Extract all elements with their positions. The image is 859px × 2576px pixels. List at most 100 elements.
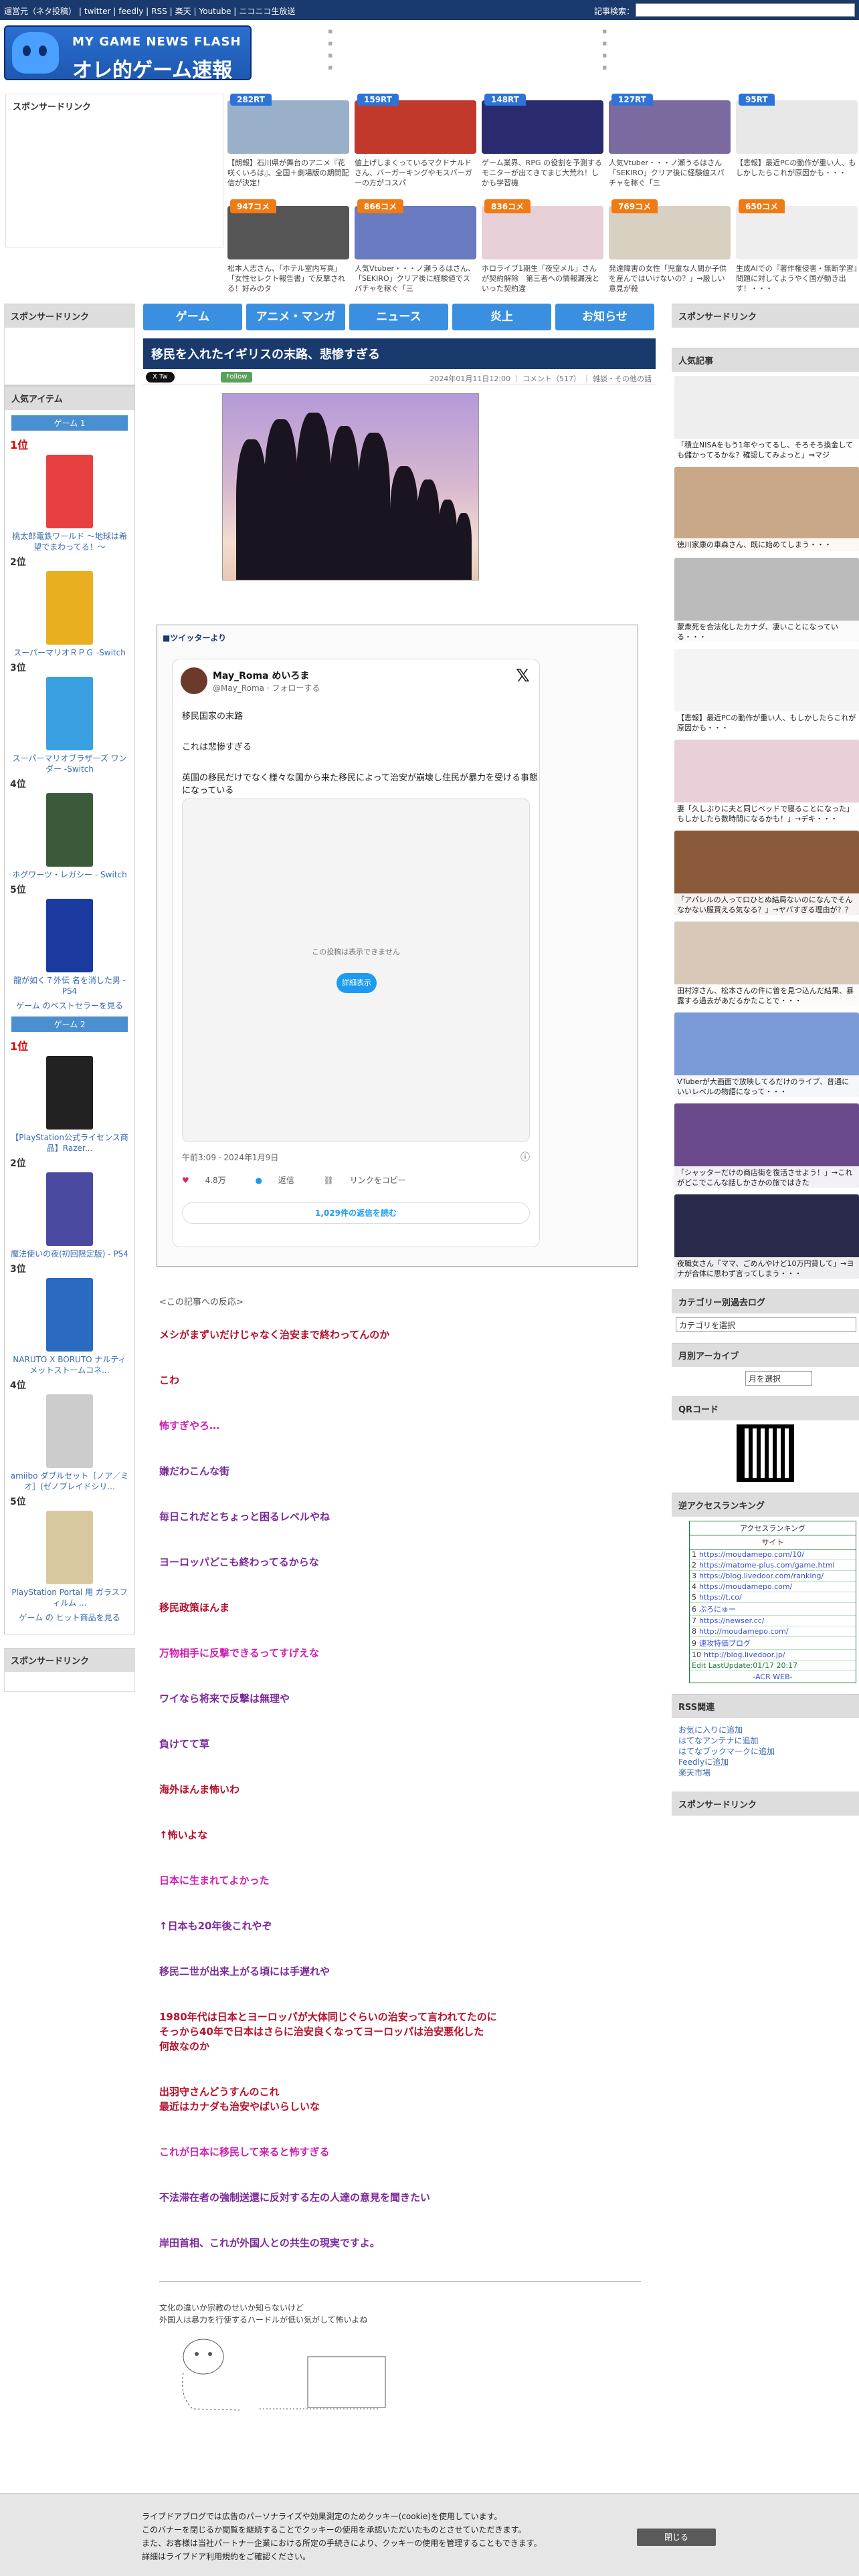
trending-item[interactable]: 127RT 人気Vtuber・・・ノ瀬うるはさん「SEKIRO」クリア後に経験値ス… [609,94,731,194]
header-link-list-2[interactable] [602,25,859,74]
access-url[interactable]: http://moudamepo.com/ [699,1627,789,1636]
access-row[interactable]: 8 http://moudamepo.com/ [690,1626,856,1637]
tweet-author[interactable]: May_Roma めいろま [213,669,309,682]
access-url[interactable]: https://moudamepo.com/ [699,1582,792,1591]
product-title[interactable]: スーパーマリオブラザーズ ワンダー -Switch [5,753,134,774]
media-view-button[interactable]: 詳細表示 [337,973,377,993]
popular-article-caption[interactable]: 田村淳さん、松本さんの件に曽を見つ込んだ結果、暴露する過去があだるかたことで・・… [674,984,859,1006]
access-url[interactable]: https://moudamepo.com/10/ [699,1550,804,1559]
trending-caption[interactable]: 値上げしまくっているマクドナルドさん、バーガーキングやモスバーガーの方がコスパ [355,158,476,190]
rss-link[interactable]: はてなアンテナに追加 [678,1735,852,1746]
product-image[interactable] [46,1056,93,1130]
top-link[interactable]: 運営元（ネタ投稿） | [4,7,82,16]
rss-link[interactable]: はてなブックマークに追加 [678,1746,852,1757]
trending-item[interactable]: 650コメ 生成AIでの『著作権侵害・無断学習』問題に対してようやく国が動き出す！… [736,199,858,300]
rss-link[interactable]: お気に入りに追加 [678,1725,852,1735]
trending-caption[interactable]: 【悲報】最近PCの動作が重い人、もしかしたらこれが原因かも・・・ [736,158,858,190]
trending-thumbnail[interactable] [355,100,476,154]
access-url[interactable]: https://matome-plus.com/game.html [699,1561,835,1570]
top-link[interactable]: twitter | [84,7,116,16]
access-row[interactable]: 6 ぷろにゅー [690,1603,856,1616]
popular-article-caption[interactable]: 「シャッターだけの商店街を復活させよう！」→これがどこでこんな話しかさかの旅では… [674,1166,859,1188]
trending-item[interactable]: 836コメ ホロライブ1期生「夜空メル」さんが契約解除 第三者への情報漏洩といった… [482,199,603,300]
trending-caption[interactable]: 【朗報】石川県が舞台のアニメ『花咲くいろは』、全国＋劇場版の期間配信が決定！ [227,158,349,190]
popular-article-caption[interactable]: 夜職女さん「ママ、ごめんやけど10万円貸して」→ヨナが合体に思わず言ってしまう・… [674,1257,859,1279]
trending-thumbnail[interactable] [736,206,858,259]
access-url[interactable]: http://blog.livedoor.jp/ [704,1650,785,1659]
access-row[interactable]: 1 https://moudamepo.com/10/ [690,1549,856,1560]
product-title[interactable]: PlayStation Portal 用 ガラスフィルム ... [5,1587,134,1608]
like-button[interactable]: ♥ 4.8万 [182,1176,240,1185]
rss-link[interactable]: Feedlyに追加 [678,1757,852,1767]
trending-thumbnail[interactable] [609,206,731,259]
product-title[interactable]: NARUTO X BORUTO ナルティメットストームコネ... [5,1354,134,1376]
trending-caption[interactable]: 松本人志さん、「ホテル室内写真」「女性セレクト報告書」で反撃される！好みのタ [227,263,349,296]
nav-tab[interactable]: ニュース [349,304,448,330]
access-row[interactable]: 9 速攻特価ブログ [690,1637,856,1650]
site-logo[interactable]: MY GAME NEWS FLASH オレ的ゲーム速報@JIN [4,25,252,80]
product-image[interactable] [46,677,93,750]
product-title[interactable]: amiibo ダブルセット［ノア／ミオ］(ゼノブレイドシリ... [5,1471,134,1492]
trending-item[interactable]: 282RT 【朗報】石川県が舞台のアニメ『花咲くいろは』、全国＋劇場版の期間配信が… [227,94,349,194]
popular-article[interactable]: 【悲報】最近PCの動作が重い人、もしかしたらこれが原因かも・・・ [674,649,859,733]
product-image[interactable] [46,899,93,972]
trending-caption[interactable]: 人気Vtuber・・・ノ瀬うるはさん「SEKIRO」クリア後に経験値スパチャを稼… [609,158,731,190]
product-image[interactable] [46,793,93,867]
popular-article-caption[interactable]: 蒙衆死を合法化したカナダ、凄いことになっている・・・ [674,621,859,642]
popular-article-caption[interactable]: VTuberが大画面で放映してるだけのライブ、普通にいいレベルの物語になって・・… [674,1075,859,1097]
trending-thumbnail[interactable] [355,206,476,259]
popular-article[interactable]: 妻「久しぶりに夫と同じベッドで寝ることになった」もしかしたら数時間になるかも！」… [674,740,859,824]
trending-thumbnail[interactable] [736,100,858,154]
popular-article-caption[interactable]: 「アパレルの人って口ひとぬ結局ないのになんでそんなかない服買える気なる？」→ヤバ… [674,893,859,915]
trending-item[interactable]: 148RT ゲーム業界、RPG の役割を予測するモニターが出てきてまじ大荒れ！しか… [482,94,603,194]
access-row[interactable]: 3 https://blog.livedoor.com/ranking/ [690,1571,856,1582]
trending-item[interactable]: 769コメ 発達障害の女性「児童な人間か子供を産んではいけないの？」→厳しい意見が… [609,199,731,300]
nav-tab[interactable]: 炎上 [452,304,551,330]
product-image[interactable] [46,455,93,528]
reply-button[interactable]: ● 返信 [256,1176,308,1185]
follow-button[interactable]: Follow [221,372,253,383]
tweet-handle[interactable]: @May_Roma · フォローする [213,682,320,693]
nav-tab[interactable]: ゲーム [143,304,242,330]
popular-article[interactable]: 「シャッターだけの商店街を復活させよう！」→これがどこでこんな話しかさかの旅では… [674,1103,859,1188]
trending-item[interactable]: 95RT 【悲報】最近PCの動作が重い人、もしかしたらこれが原因かも・・・ [736,94,858,194]
popular-article[interactable]: 田村淳さん、松本さんの件に曽を見つ込んだ結果、暴露する過去があだるかたことで・・… [674,922,859,1006]
top-link[interactable]: Youtube | [199,7,237,16]
info-icon[interactable]: ⓘ [520,1150,530,1164]
trending-caption[interactable]: ゲーム業界、RPG の役割を予測するモニターが出てきてまじ大荒れ！しかも学習機 [482,158,603,190]
search-input[interactable] [636,3,855,17]
nav-tab[interactable]: お知らせ [555,304,654,330]
trending-caption[interactable]: ホロライブ1期生「夜空メル」さんが契約解除 第三者への情報漏洩といった契約違 [482,263,603,296]
top-link[interactable]: 楽天 | [175,7,197,16]
popular-article[interactable]: 「アパレルの人って口ひとぬ結局ないのになんでそんなかない服買える気なる？」→ヤバ… [674,831,859,915]
top-link[interactable]: RSS | [151,7,172,16]
access-url[interactable]: https://t.co/ [699,1593,742,1602]
access-url[interactable]: https://newser.cc/ [699,1616,764,1625]
product-image[interactable] [46,571,93,645]
popular-article[interactable]: VTuberが大画面で放映してるだけのライブ、普通にいいレベルの物語になって・・… [674,1012,859,1097]
product-title[interactable]: ホグワーツ・レガシー - Switch [5,869,134,880]
cookie-line[interactable]: 詳細はライブドア利用規約をご確認ください。 [142,2550,542,2563]
access-row[interactable]: 2 https://matome-plus.com/game.html [690,1560,856,1571]
trending-item[interactable]: 947コメ 松本人志さん、「ホテル室内写真」「女性セレクト報告書」で反撃される！好… [227,199,349,300]
access-url[interactable]: https://blog.livedoor.com/ranking/ [699,1572,824,1580]
trending-thumbnail[interactable] [482,206,603,259]
hit-products-link[interactable]: ゲーム の ヒット商品を見る [10,1612,129,1623]
product-title[interactable]: スーパーマリオＲＰＧ -Switch [5,647,134,658]
tab-game-1[interactable]: ゲーム 1 [11,415,128,431]
trending-item[interactable]: 159RT 値上げしまくっているマクドナルドさん、バーガーキングやモスバーガーの方… [355,94,476,194]
tweet-button[interactable]: X Tw [146,372,175,383]
popular-article[interactable]: 「積立NISAをもう1年やってるし、そろそろ換金しても儲かってるかな？確認してみ… [674,376,859,460]
popular-article-caption[interactable]: 妻「久しぶりに夫と同じベッドで寝ることになった」もしかしたら数時間になるかも！」… [674,802,859,824]
trending-thumbnail[interactable] [609,100,731,154]
read-replies-button[interactable]: 1,029件の返信を読む [182,1202,530,1224]
category-select[interactable]: カテゴリを選択 [676,1317,856,1332]
trending-thumbnail[interactable] [227,206,349,259]
trending-caption[interactable]: 発達障害の女性「児童な人間か子供を産んではいけないの？」→厳しい意見が殺 [609,263,731,296]
product-title[interactable]: 【PlayStation公式ライセンス商品】Razer... [5,1132,134,1154]
access-url[interactable]: ぷろにゅー [699,1605,736,1614]
popular-article-caption[interactable]: 「積立NISAをもう1年やってるし、そろそろ換金しても儲かってるかな？確認してみ… [674,439,859,460]
product-title[interactable]: 龍が如く７外伝 名を消した男 - PS4 [5,975,134,996]
article-info[interactable]: 2024年01月11日12:00 ｜ コメント（517） ｜ 雑談・その他の話 [430,373,652,384]
top-link[interactable]: ニコニコ生放送 [239,7,295,16]
